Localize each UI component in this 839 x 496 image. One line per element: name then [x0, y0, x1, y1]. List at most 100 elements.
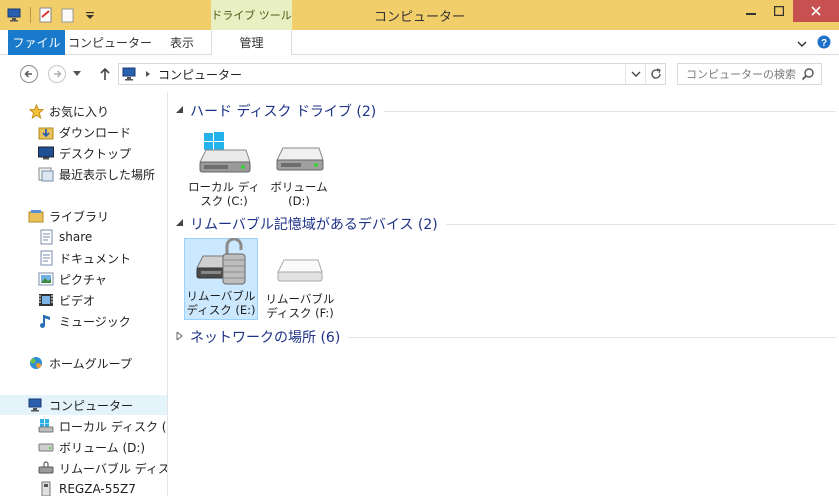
tab-file[interactable]: ファイル: [8, 30, 65, 55]
desktop-icon: [38, 145, 54, 161]
homegroup-icon: [28, 355, 44, 371]
nav-item-pictures[interactable]: ピクチャ: [0, 269, 167, 289]
nav-item-downloads[interactable]: ダウンロード: [0, 122, 167, 142]
search-placeholder: コンピューターの検索: [686, 68, 796, 81]
library-document-icon: [38, 229, 54, 245]
ribbon-tabs: ファイル コンピューター 表示 管理 ?: [0, 30, 839, 55]
group-collapse-icon: [176, 105, 186, 117]
nav-label: ボリューム (D:): [59, 440, 146, 455]
window-controls: [737, 0, 839, 22]
group-divider: [348, 336, 836, 338]
documents-icon: [38, 250, 54, 266]
group-expand-icon: [176, 330, 186, 343]
recent-locations-button[interactable]: [70, 63, 84, 85]
drive-label: ボリューム (D:): [270, 180, 328, 208]
nav-item-volume-d[interactable]: ボリューム (D:): [0, 437, 167, 457]
nav-label: share: [59, 230, 93, 244]
svg-text:?: ?: [821, 38, 827, 49]
group-header-network-locations[interactable]: ネットワークの場所 (6): [176, 327, 836, 347]
windows-drive-icon: [192, 130, 256, 178]
computer-icon: [28, 397, 44, 413]
tab-computer[interactable]: コンピューター: [66, 30, 154, 55]
nav-label: ダウンロード: [59, 125, 132, 140]
nav-label: REGZA-55Z7: [59, 482, 136, 496]
star-icon: [28, 103, 44, 119]
nav-item-regza[interactable]: REGZA-55Z7: [0, 479, 167, 496]
computer-icon: [122, 67, 136, 81]
music-icon: [38, 313, 54, 329]
group-divider: [384, 110, 836, 112]
nav-item-music[interactable]: ミュージック: [0, 311, 167, 331]
videos-icon: [38, 292, 54, 308]
nav-label: ミュージック: [59, 314, 131, 329]
nav-computer[interactable]: コンピューター: [0, 395, 167, 415]
group-header-removable-storage[interactable]: リムーバブル記憶域があるデバイス (2): [176, 214, 836, 234]
address-bar-controls: [625, 64, 665, 84]
forward-arrow-icon: [48, 65, 66, 83]
content-pane: ハード ディスク ドライブ (2) ローカル ディ スク (C:) ボリューム …: [168, 92, 839, 496]
refresh-button[interactable]: [645, 64, 665, 84]
media-device-icon: [38, 481, 54, 496]
close-button[interactable]: [793, 0, 839, 22]
nav-item-videos[interactable]: ビデオ: [0, 290, 167, 310]
nav-item-share[interactable]: share: [0, 227, 167, 247]
nav-item-recent-places[interactable]: 最近表示した場所: [0, 164, 167, 184]
drive-tile-local-disk-c[interactable]: ローカル ディ スク (C:): [188, 130, 260, 210]
nav-homegroup[interactable]: ホームグループ: [0, 353, 167, 373]
breadcrumb-chevron-icon[interactable]: [144, 70, 152, 78]
drive-tile-removable-e[interactable]: リムーバブル ディスク (E:): [184, 238, 258, 320]
nav-libraries[interactable]: ライブラリ: [0, 206, 167, 226]
hard-drive-icon: [38, 439, 54, 455]
group-header-hard-disk-drives[interactable]: ハード ディスク ドライブ (2): [176, 101, 836, 121]
minimize-button[interactable]: [737, 0, 765, 22]
group-title: リムーバブル記憶域があるデバイス (2): [190, 217, 438, 233]
up-arrow-icon: [100, 67, 110, 80]
refresh-icon: [650, 68, 661, 79]
tab-view[interactable]: 表示: [154, 30, 210, 55]
pictures-icon: [38, 271, 54, 287]
address-history-button[interactable]: [625, 64, 645, 84]
nav-label: ドキュメント: [59, 251, 132, 266]
breadcrumb-computer[interactable]: コンピューター: [158, 66, 242, 83]
chevron-down-icon: [797, 41, 807, 47]
drive-label: リムーバブル ディスク (E:): [186, 289, 256, 317]
ribbon-right-controls: ?: [797, 35, 831, 52]
tab-manage[interactable]: 管理: [211, 30, 292, 55]
removable-drive-icon: [38, 460, 54, 476]
nav-favorites[interactable]: お気に入り: [0, 101, 167, 121]
drive-label: ローカル ディ スク (C:): [188, 180, 260, 208]
search-input[interactable]: コンピューターの検索: [677, 63, 822, 85]
forward-button[interactable]: [46, 63, 68, 85]
nav-label: ビデオ: [59, 293, 96, 308]
windows-drive-icon: [38, 418, 54, 434]
maximize-icon: [774, 6, 784, 16]
group-collapse-icon: [176, 218, 186, 230]
group-divider: [445, 223, 836, 225]
nav-item-documents[interactable]: ドキュメント: [0, 248, 167, 268]
nav-item-local-disk-c[interactable]: ローカル ディスク (C:): [0, 416, 167, 436]
group-title: ネットワークの場所 (6): [190, 330, 341, 346]
help-button[interactable]: ?: [817, 35, 831, 52]
minimize-icon: [746, 13, 756, 15]
search-icon[interactable]: [801, 67, 815, 81]
nav-item-desktop[interactable]: デスクトップ: [0, 143, 167, 163]
nav-label: お気に入り: [49, 104, 110, 119]
chevron-down-icon: [631, 71, 640, 77]
library-icon: [28, 208, 44, 224]
locked-removable-drive-icon: [189, 238, 253, 287]
downloads-folder-icon: [38, 124, 54, 140]
nav-label: ホームグループ: [49, 356, 132, 371]
up-button[interactable]: [94, 63, 116, 85]
address-bar[interactable]: コンピューター: [118, 63, 666, 85]
nav-label: コンピューター: [49, 398, 134, 413]
back-button[interactable]: [18, 63, 40, 85]
nav-item-removable-e[interactable]: リムーバブル ディスク (E:): [0, 458, 167, 478]
window-title: コンピューター: [373, 10, 465, 25]
maximize-button[interactable]: [765, 0, 793, 22]
expand-ribbon-button[interactable]: [797, 37, 807, 51]
help-icon: ?: [817, 35, 831, 49]
group-title: ハード ディスク ドライブ (2): [190, 104, 377, 120]
drive-tile-removable-f[interactable]: リムーバブル ディスク (F:): [264, 242, 336, 322]
drive-tile-volume-d[interactable]: ボリューム (D:): [263, 130, 335, 210]
title-bar: ドライブ ツール コンピューター: [0, 0, 839, 30]
